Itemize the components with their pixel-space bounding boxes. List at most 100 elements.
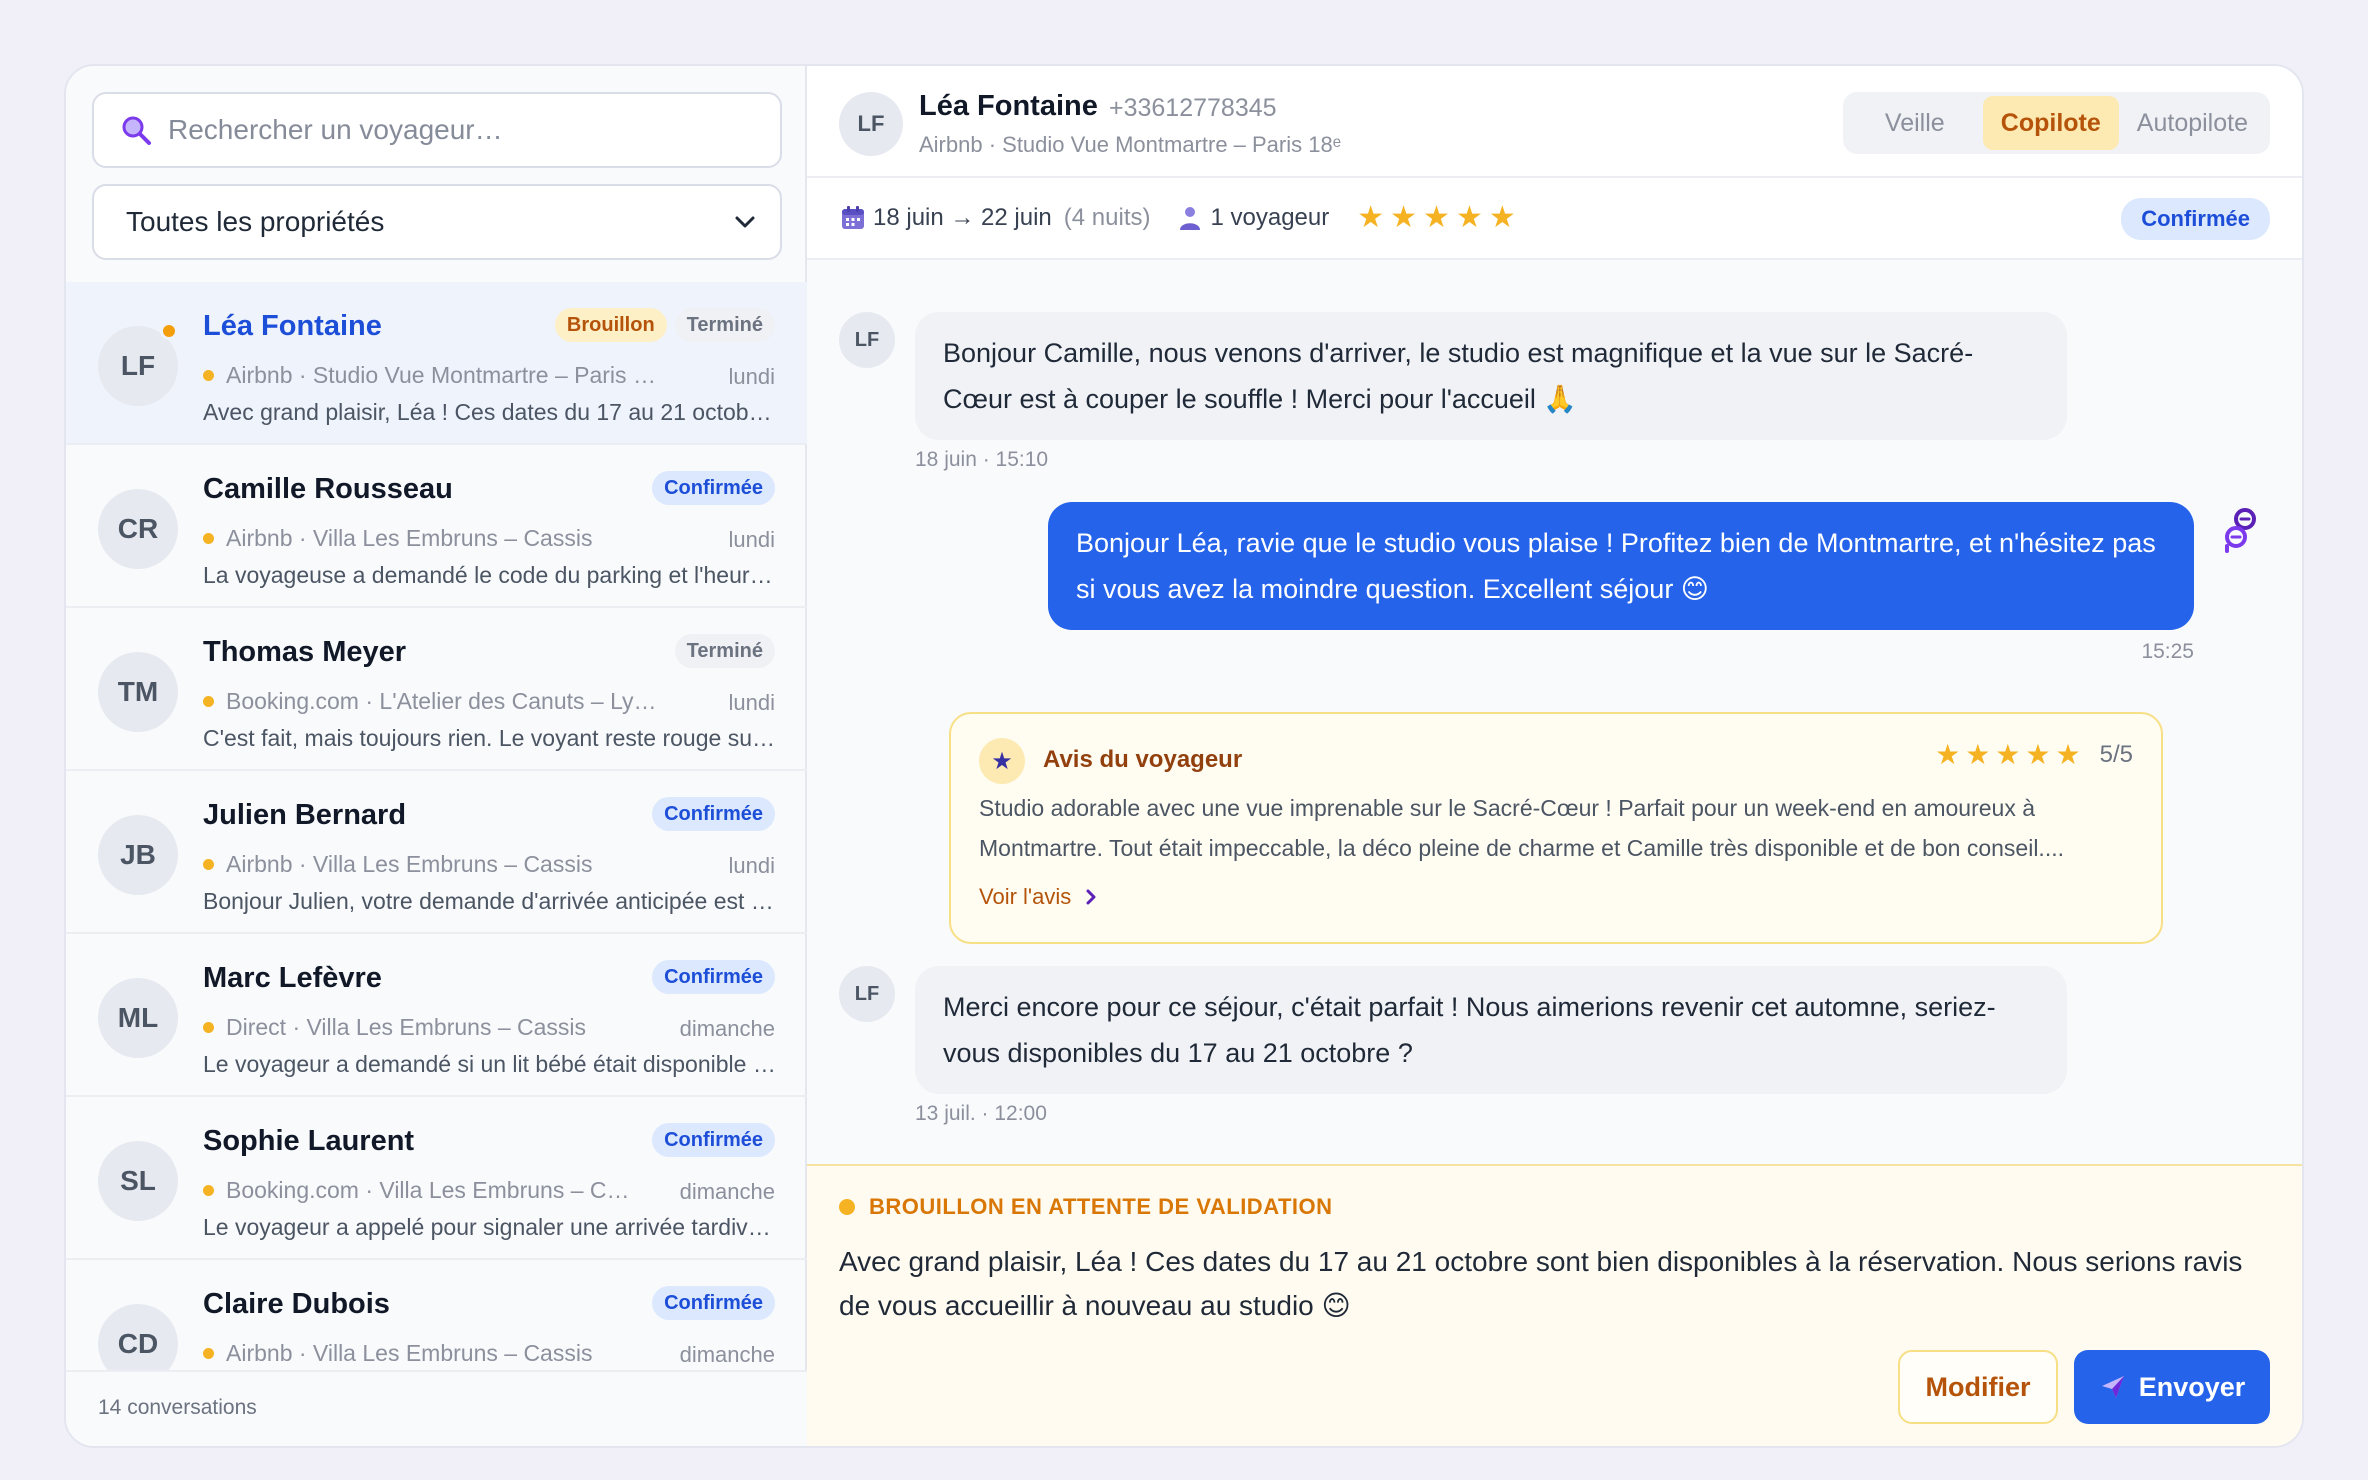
search-input[interactable] [168, 114, 768, 146]
conversation-day: lundi [728, 364, 775, 389]
conversation-count: 14 conversations [66, 1370, 807, 1446]
conversation-day: dimanche [679, 1179, 775, 1204]
property-filter-value: Toutes les propriétés [126, 206, 385, 237]
star-icon: ★ [2055, 739, 2081, 770]
star-icon: ★ [1965, 739, 1991, 770]
conversation-property: Booking.com · Villa Les Embruns – Cassis [203, 1177, 633, 1204]
star-icon: ★ [2025, 739, 2051, 770]
message-bubble-outgoing: Bonjour Léa, ravie que le studio vous pl… [1048, 502, 2194, 630]
avatar: TM [98, 652, 178, 732]
search-icon [122, 116, 151, 145]
review-star-icon: ★ [979, 738, 1025, 784]
avatar: LF [839, 312, 895, 368]
conversation-day: dimanche [679, 1016, 775, 1041]
conversation-item-claire-dubois[interactable]: CD Claire Dubois Confirmée Airbnb · Vill… [66, 1260, 807, 1370]
mode-veille-button[interactable]: Veille [1847, 96, 1983, 150]
conversation-name: Sophie Laurent [203, 1125, 415, 1157]
calendar-icon [842, 206, 864, 229]
property-filter-select[interactable]: Toutes les propriétés [92, 184, 782, 260]
booking-status-badge: Confirmée [2121, 198, 2270, 240]
message-bubble-incoming: Merci encore pour ce séjour, c'était par… [915, 966, 2067, 1094]
conversation-snippet: C'est fait, mais toujours rien. Le voyan… [203, 725, 778, 751]
conversation-property: Direct · Villa Les Embruns – Cassis [203, 1014, 663, 1041]
draft-message-text[interactable]: Avec grand plaisir, Léa ! Ces dates du 1… [839, 1240, 2259, 1328]
avatar: LF [839, 92, 903, 156]
message-timestamp: 13 juil. · 12:00 [915, 1102, 1047, 1125]
conversation-item-marc-lefevre[interactable]: ML Marc Lefèvre Confirmée Direct · Villa… [66, 934, 807, 1097]
search-box[interactable] [92, 92, 782, 168]
mode-autopilote-button[interactable]: Autopilote [2119, 96, 2266, 150]
guest-icon [1180, 207, 1201, 230]
star-icon: ★ [1357, 201, 1385, 234]
draft-status-label: BROUILLON EN ATTENTE DE VALIDATION [839, 1194, 1333, 1220]
conversation-name: Claire Dubois [203, 1288, 390, 1320]
avatar: CD [98, 1304, 178, 1370]
conversation-item-julien-bernard[interactable]: JB Julien Bernard Confirmée Airbnb · Vil… [66, 771, 807, 934]
star-icon: ★ [1423, 201, 1450, 234]
conversation-name: Thomas Meyer [203, 636, 407, 668]
conversation-panel: LF Léa Fontaine +33612778345 Airbnb · St… [807, 66, 2302, 1446]
star-icon: ★ [1488, 201, 1516, 234]
conversation-property: Airbnb · Studio Vue Montmartre – Paris 1… [203, 362, 663, 389]
star-icon: ★ [1455, 201, 1483, 234]
status-badge: Confirmée [652, 960, 775, 994]
booking-guests: 1 voyageur [1176, 204, 1329, 232]
booking-dates: 18 juin → 22 juin [873, 204, 1052, 231]
edit-draft-button[interactable]: Modifier [1898, 1350, 2058, 1424]
booking-rating: ★ ★ ★ ★ ★ [1357, 203, 1516, 233]
guest-property: Airbnb · Studio Vue Montmartre – Paris 1… [919, 132, 1341, 157]
conversation-property: Booking.com · L'Atelier des Canuts – Lyo… [203, 688, 663, 715]
avatar: ML [98, 978, 178, 1058]
star-icon: ★ [1935, 739, 1961, 770]
guest-phone[interactable]: +33612778345 [1109, 94, 1277, 123]
conversation-snippet: Avec grand plaisir, Léa ! Ces dates du 1… [203, 399, 778, 425]
conversation-item-lea-fontaine[interactable]: LF Léa Fontaine Brouillon Terminé Airbnb… [66, 282, 807, 445]
mode-switch: Veille Copilote Autopilote [1842, 92, 2270, 154]
conversation-day: lundi [728, 690, 775, 715]
conversation-item-thomas-meyer[interactable]: TM Thomas Meyer Terminé Booking.com · L'… [66, 608, 807, 771]
avatar: JB [98, 815, 178, 895]
status-badge: Terminé [674, 634, 775, 668]
view-review-link[interactable]: Voir l'avis [979, 884, 1097, 910]
review-text: Studio adorable avec une vue imprenable … [979, 795, 2064, 861]
message-timestamp: 18 juin · 15:10 [915, 448, 1049, 471]
status-badge-draft: Brouillon [554, 308, 667, 342]
conversation-property: Airbnb · Villa Les Embruns – Cassis [203, 851, 663, 878]
status-badge: Confirmée [652, 1286, 775, 1320]
review-title: Avis du voyageur [1043, 746, 1243, 773]
conversation-day: dimanche [679, 1342, 775, 1367]
review-score: 5/5 [2099, 741, 2133, 768]
conversation-day: lundi [728, 853, 775, 878]
conversation-name: Camille Rousseau [203, 473, 453, 505]
conversation-property: Airbnb · Villa Les Embruns – Cassis [203, 1340, 663, 1367]
draft-panel: BROUILLON EN ATTENTE DE VALIDATION Avec … [807, 1164, 2302, 1446]
conversation-item-sophie-laurent[interactable]: SL Sophie Laurent Confirmée Booking.com … [66, 1097, 807, 1260]
message-bubble-incoming: Bonjour Camille, nous venons d'arriver, … [915, 312, 2067, 440]
avatar: SL [98, 1141, 178, 1221]
conversation-header: LF Léa Fontaine +33612778345 Airbnb · St… [807, 66, 2302, 178]
send-button[interactable]: Envoyer [2074, 1350, 2270, 1424]
booking-summary: 18 juin → 22 juin (4 nuits) 1 voyageur ★… [807, 178, 2302, 260]
message-timestamp: 15:25 [2141, 640, 2194, 663]
review-rating: ★ ★ ★ ★ ★ 5/5 [1935, 740, 2133, 770]
inbox-app: Toutes les propriétés LF Léa Fontaine Br… [64, 64, 2304, 1448]
conversation-item-camille-rousseau[interactable]: CR Camille Rousseau Confirmée Airbnb · V… [66, 445, 807, 608]
conversation-name: Julien Bernard [203, 799, 407, 831]
star-icon: ★ [1995, 739, 2021, 770]
unread-indicator [160, 322, 178, 340]
conversation-list: LF Léa Fontaine Brouillon Terminé Airbnb… [66, 282, 807, 1370]
conversation-day: lundi [728, 527, 775, 552]
avatar: CR [98, 489, 178, 569]
avatar: LF [839, 966, 895, 1022]
conversation-snippet: Le voyageur a appelé pour signaler une a… [203, 1214, 778, 1240]
send-icon [2101, 1376, 2124, 1398]
status-badge: Terminé [674, 308, 775, 342]
conversation-name: Léa Fontaine [203, 310, 382, 342]
draft-status-dot [839, 1199, 855, 1215]
guest-name: Léa Fontaine [919, 90, 1098, 122]
chevron-down-icon [735, 216, 755, 228]
mode-copilote-button[interactable]: Copilote [1982, 96, 2119, 150]
ai-assistant-icon [2225, 508, 2256, 553]
conversation-name: Marc Lefèvre [203, 962, 382, 994]
booking-nights: (4 nuits) [1063, 204, 1151, 231]
